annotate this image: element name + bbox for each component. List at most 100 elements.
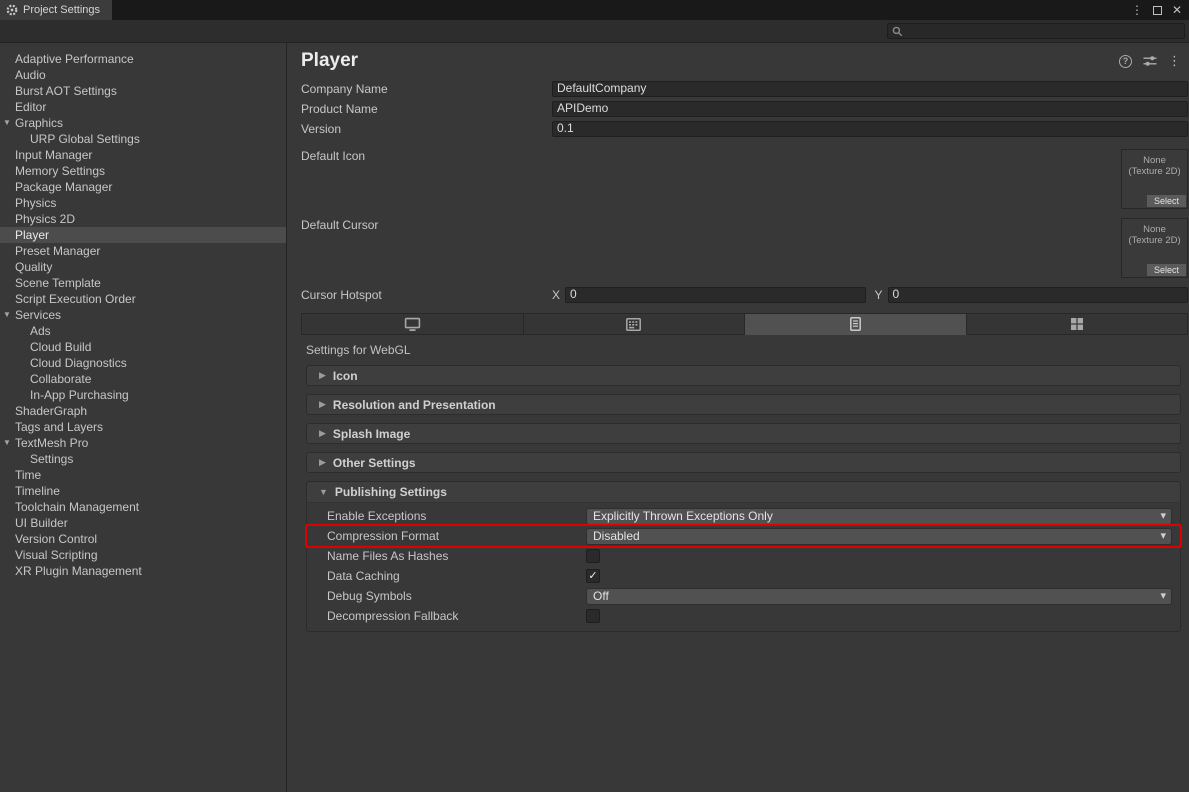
setting-row-enable-exceptions: Enable ExceptionsExplicitly Thrown Excep…: [307, 506, 1180, 526]
publishing-section-header[interactable]: ▼ Publishing Settings: [307, 482, 1180, 503]
sidebar-item-adaptive-performance[interactable]: Adaptive Performance: [0, 51, 286, 67]
window-controls: ⋮ ✕: [1131, 0, 1189, 20]
product-name-row: Product Name APIDemo: [301, 101, 1188, 117]
sidebar-item-script-execution-order[interactable]: Script Execution Order: [0, 291, 286, 307]
sidebar-item-package-manager[interactable]: Package Manager: [0, 179, 286, 195]
sidebar-item-label: Memory Settings: [15, 164, 105, 178]
section-icon[interactable]: ▶Icon: [306, 365, 1181, 386]
sidebar-item-memory-settings[interactable]: Memory Settings: [0, 163, 286, 179]
sidebar-item-in-app-purchasing[interactable]: In-App Purchasing: [0, 387, 286, 403]
platform-tab-desktop-platform[interactable]: [301, 313, 524, 335]
sidebar-item-collaborate[interactable]: Collaborate: [0, 371, 286, 387]
sidebar-item-tags-and-layers[interactable]: Tags and Layers: [0, 419, 286, 435]
sidebar-item-label: Visual Scripting: [15, 548, 98, 562]
default-cursor-row: Default Cursor None (Texture 2D) Select: [301, 218, 1188, 278]
sidebar-item-ui-builder[interactable]: UI Builder: [0, 515, 286, 531]
sidebar-item-label: In-App Purchasing: [30, 388, 129, 402]
object-picker-value: None (Texture 2D): [1122, 224, 1187, 246]
decompression-fallback-checkbox[interactable]: [586, 609, 600, 623]
platform-tab-server-platform[interactable]: [524, 313, 746, 335]
kebab-menu-icon[interactable]: ⋮: [1131, 4, 1143, 16]
section-other-settings[interactable]: ▶Other Settings: [306, 452, 1181, 473]
sidebar-item-burst-aot-settings[interactable]: Burst AOT Settings: [0, 83, 286, 99]
foldout-open-icon[interactable]: ▼: [3, 435, 11, 451]
sidebar-item-version-control[interactable]: Version Control: [0, 531, 286, 547]
sidebar-item-urp-global-settings[interactable]: URP Global Settings: [0, 131, 286, 147]
sidebar-item-scene-template[interactable]: Scene Template: [0, 275, 286, 291]
sidebar-item-label: URP Global Settings: [30, 132, 140, 146]
default-icon-row: Default Icon None (Texture 2D) Select: [301, 149, 1188, 209]
foldout-open-icon[interactable]: ▼: [3, 307, 11, 323]
name-files-as-hashes-checkbox[interactable]: [586, 549, 600, 563]
cursor-hotspot-row: Cursor Hotspot X 0 Y 0: [301, 287, 1188, 303]
sidebar-item-xr-plugin-management[interactable]: XR Plugin Management: [0, 563, 286, 579]
setting-label: Decompression Fallback: [327, 609, 586, 623]
section-label: Other Settings: [333, 456, 416, 470]
content-area: Adaptive PerformanceAudioBurst AOT Setti…: [0, 43, 1189, 792]
enable-exceptions-dropdown[interactable]: Explicitly Thrown Exceptions Only▾: [586, 508, 1172, 525]
foldout-closed-icon: ▶: [319, 399, 326, 410]
sidebar-item-shadergraph[interactable]: ShaderGraph: [0, 403, 286, 419]
product-name-field[interactable]: APIDemo: [552, 101, 1188, 117]
default-cursor-object-picker[interactable]: None (Texture 2D) Select: [1121, 218, 1188, 278]
window-tab-title: Project Settings: [23, 4, 100, 16]
sidebar-item-preset-manager[interactable]: Preset Manager: [0, 243, 286, 259]
sidebar-item-label: Timeline: [15, 484, 60, 498]
kebab-menu-icon[interactable]: ⋮: [1168, 53, 1181, 69]
close-icon[interactable]: ✕: [1172, 4, 1182, 16]
debug-symbols-dropdown[interactable]: Off▾: [586, 588, 1172, 605]
platform-tab-uwp-platform[interactable]: [967, 313, 1189, 335]
sidebar-item-physics-2d[interactable]: Physics 2D: [0, 211, 286, 227]
search-input[interactable]: [887, 23, 1185, 39]
sidebar-item-label: Editor: [15, 100, 46, 114]
sidebar-item-settings[interactable]: Settings: [0, 451, 286, 467]
default-icon-object-picker[interactable]: None (Texture 2D) Select: [1121, 149, 1188, 209]
help-icon[interactable]: ?: [1119, 55, 1132, 68]
sidebar-item-time[interactable]: Time: [0, 467, 286, 483]
sidebar-item-label: Services: [15, 308, 61, 322]
sidebar-item-input-manager[interactable]: Input Manager: [0, 147, 286, 163]
sidebar-item-timeline[interactable]: Timeline: [0, 483, 286, 499]
section-splash-image[interactable]: ▶Splash Image: [306, 423, 1181, 444]
company-name-field[interactable]: DefaultCompany: [552, 81, 1188, 97]
sidebar-item-editor[interactable]: Editor: [0, 99, 286, 115]
foldout-open-icon[interactable]: ▼: [3, 115, 11, 131]
setting-row-decompression-fallback: Decompression Fallback: [307, 606, 1180, 626]
sidebar-list: Adaptive PerformanceAudioBurst AOT Setti…: [0, 51, 286, 579]
sidebar-item-graphics[interactable]: ▼ Graphics: [0, 115, 286, 131]
compression-format-dropdown[interactable]: Disabled▾: [586, 528, 1172, 545]
sidebar-item-textmesh-pro[interactable]: ▼TextMesh Pro: [0, 435, 286, 451]
sidebar-item-audio[interactable]: Audio: [0, 67, 286, 83]
setting-row-data-caching: Data Caching✓: [307, 566, 1180, 586]
sidebar-item-cloud-diagnostics[interactable]: Cloud Diagnostics: [0, 355, 286, 371]
sidebar-item-visual-scripting[interactable]: Visual Scripting: [0, 547, 286, 563]
sidebar-item-label: Burst AOT Settings: [15, 84, 117, 98]
select-button[interactable]: Select: [1147, 195, 1186, 207]
maximize-icon[interactable]: [1153, 6, 1162, 15]
sidebar-item-services[interactable]: ▼ Services: [0, 307, 286, 323]
platform-tab-webgl-platform[interactable]: [745, 313, 967, 335]
sidebar-item-quality[interactable]: Quality: [0, 259, 286, 275]
data-caching-checkbox[interactable]: ✓: [586, 569, 600, 583]
sidebar-item-ads[interactable]: Ads: [0, 323, 286, 339]
hotspot-x-field[interactable]: 0: [565, 287, 865, 303]
presets-icon[interactable]: [1143, 55, 1157, 67]
setting-label: Debug Symbols: [327, 589, 586, 603]
sidebar-item-cloud-build[interactable]: Cloud Build: [0, 339, 286, 355]
sidebar-item-label: Time: [15, 468, 41, 482]
sidebar-item-player[interactable]: Player: [0, 227, 286, 243]
hotspot-y-field[interactable]: 0: [888, 287, 1188, 303]
window-tab[interactable]: Project Settings: [0, 0, 112, 20]
sidebar-item-label: Graphics: [15, 116, 63, 130]
sidebar-item-physics[interactable]: Physics: [0, 195, 286, 211]
publishing-section: ▼ Publishing Settings Enable ExceptionsE…: [306, 481, 1181, 632]
section-resolution-and-presentation[interactable]: ▶ Resolution and Presentation: [306, 394, 1181, 415]
chevron-down-icon: ▾: [1160, 589, 1166, 602]
section-label: Resolution and Presentation: [333, 398, 496, 412]
version-field[interactable]: 0.1: [552, 121, 1188, 137]
sidebar-item-label: Adaptive Performance: [15, 52, 134, 66]
sidebar-item-label: Cloud Diagnostics: [30, 356, 127, 370]
sidebar-item-toolchain-management[interactable]: Toolchain Management: [0, 499, 286, 515]
select-button[interactable]: Select: [1147, 264, 1186, 276]
sidebar-item-label: Physics 2D: [15, 212, 75, 226]
